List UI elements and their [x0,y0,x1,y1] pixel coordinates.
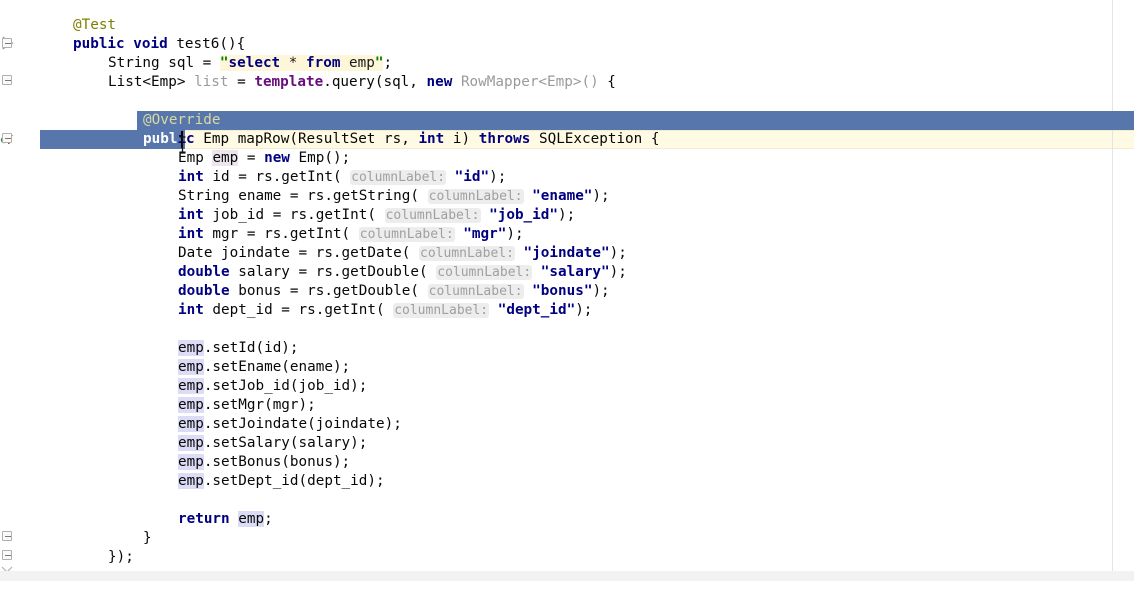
code-line-27[interactable]: return emp; [40,510,1134,529]
code-line-23[interactable]: emp.setSalary(salary); [40,434,1134,453]
code-line-28[interactable]: } [40,529,1134,548]
code-line-15[interactable]: double bonus = rs.getDouble( columnLabel… [40,282,1134,301]
code-line-7[interactable]: public Emp mapRow(ResultSet rs, int i) t… [40,130,1134,149]
parameter-hint: columnLabel: [393,303,490,318]
code-line-21[interactable]: emp.setMgr(mgr); [40,396,1134,415]
code-line-20[interactable]: emp.setJob_id(job_id); [40,377,1134,396]
code-line-6[interactable]: @Override [40,111,1134,130]
code-line-3[interactable]: String sql = "select * from emp"; [40,54,1134,73]
fold-region-line [0,541,14,548]
code-line-29[interactable]: }); [40,548,1134,567]
editor-text-area[interactable]: @Test public void test6(){ String sql = … [40,0,1134,581]
code-line-13[interactable]: Date joindate = rs.getDate( columnLabel:… [40,244,1134,263]
closing-call: }); [108,549,134,565]
parameter-hint: columnLabel: [384,208,481,223]
code-line-19[interactable]: emp.setEname(ename); [40,358,1134,377]
code-line-11[interactable]: int job_id = rs.getInt( columnLabel: "jo… [40,206,1134,225]
code-line-9[interactable]: int id = rs.getInt( columnLabel: "id"); [40,168,1134,187]
code-editor-window: @Test public void test6(){ String sql = … [0,0,1134,581]
fold-region-line [0,85,14,131]
code-line-18[interactable]: emp.setId(id); [40,339,1134,358]
code-line-25[interactable]: emp.setDept_id(dept_id); [40,472,1134,491]
code-line-24[interactable]: emp.setBonus(bonus); [40,453,1134,472]
code-line-22[interactable]: emp.setJoindate(joindate); [40,415,1134,434]
fold-region-line [0,48,14,74]
code-line-1[interactable]: @Test [40,16,1134,35]
code-line-2[interactable]: public void test6(){ [40,35,1134,54]
mouse-cursor-ibeam [178,136,187,154]
code-line-8[interactable]: Emp emp = new Emp(); [40,149,1134,168]
parameter-hint: columnLabel: [350,170,447,185]
horizontal-scrollbar[interactable] [0,571,1134,581]
parameter-hint: columnLabel: [358,227,455,242]
code-line-10[interactable]: String ename = rs.getString( columnLabel… [40,187,1134,206]
parameter-hint: columnLabel: [419,246,515,261]
editor-gutter[interactable] [0,0,40,581]
annotation-override: @Override [143,112,221,128]
fold-region-end-icon[interactable] [1,560,13,575]
code-line-16[interactable]: int dept_id = rs.getInt( columnLabel: "d… [40,301,1134,320]
annotation-test: @Test [73,17,117,33]
closing-brace: } [143,530,152,546]
parameter-hint: columnLabel: [436,265,533,280]
code-line-12[interactable]: int mgr = rs.getInt( columnLabel: "mgr")… [40,225,1134,244]
fold-region-line [0,143,14,529]
code-line-4[interactable]: List<Emp> list = template.query(sql, new… [40,73,1134,92]
code-line-14[interactable]: double salary = rs.getDouble( columnLabe… [40,263,1134,282]
parameter-hint: columnLabel: [427,284,524,299]
parameter-hint: columnLabel: [427,189,524,204]
